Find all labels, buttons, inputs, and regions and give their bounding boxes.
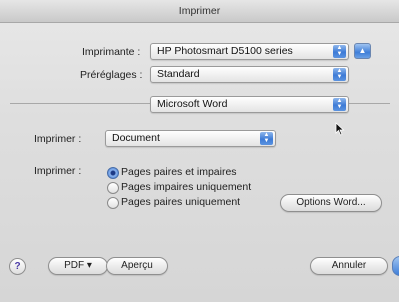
printer-select[interactable]: HP Photosmart D5100 series ▲ ▼	[150, 43, 349, 60]
radio-selected-icon	[107, 167, 119, 179]
updown-arrows-icon: ▲ ▼	[333, 45, 346, 58]
printer-value: HP Photosmart D5100 series	[157, 45, 293, 57]
presets-value: Standard	[157, 68, 200, 80]
cancel-button[interactable]: Annuler	[310, 257, 388, 275]
disclosure-button[interactable]: ▲	[354, 43, 371, 59]
print-button-edge[interactable]	[392, 256, 399, 276]
radio-label: Pages paires uniquement	[121, 196, 241, 208]
printer-label: Imprimante :	[82, 46, 141, 58]
radio-icon	[107, 197, 119, 209]
window-title: Imprimer	[0, 0, 399, 23]
radio-label: Pages paires et impaires	[121, 166, 237, 178]
triangle-up-icon: ▲	[358, 46, 367, 55]
print-dialog: Imprimer Imprimante : HP Photosmart D510…	[0, 0, 399, 302]
radio-icon	[107, 182, 119, 194]
print-what-select[interactable]: Document ▲ ▼	[105, 130, 276, 147]
presets-select[interactable]: Standard ▲ ▼	[150, 66, 349, 83]
mouse-pointer-icon	[335, 122, 345, 136]
presets-label: Préréglages :	[80, 69, 143, 81]
updown-arrows-icon: ▲ ▼	[260, 132, 273, 145]
pdf-button[interactable]: PDF ▾	[48, 257, 108, 275]
word-options-button[interactable]: Options Word...	[280, 194, 382, 212]
print-pages-label: Imprimer :	[34, 165, 82, 177]
panel-value: Microsoft Word	[157, 98, 228, 110]
updown-arrows-icon: ▲ ▼	[333, 98, 346, 111]
updown-arrows-icon: ▲ ▼	[333, 68, 346, 81]
print-what-label: Imprimer :	[34, 133, 82, 145]
radio-label: Pages impaires uniquement	[121, 181, 252, 193]
print-what-value: Document	[112, 132, 160, 144]
panel-select[interactable]: Microsoft Word ▲ ▼	[150, 96, 349, 113]
preview-button[interactable]: Aperçu	[106, 257, 168, 275]
help-button[interactable]: ?	[9, 258, 26, 275]
